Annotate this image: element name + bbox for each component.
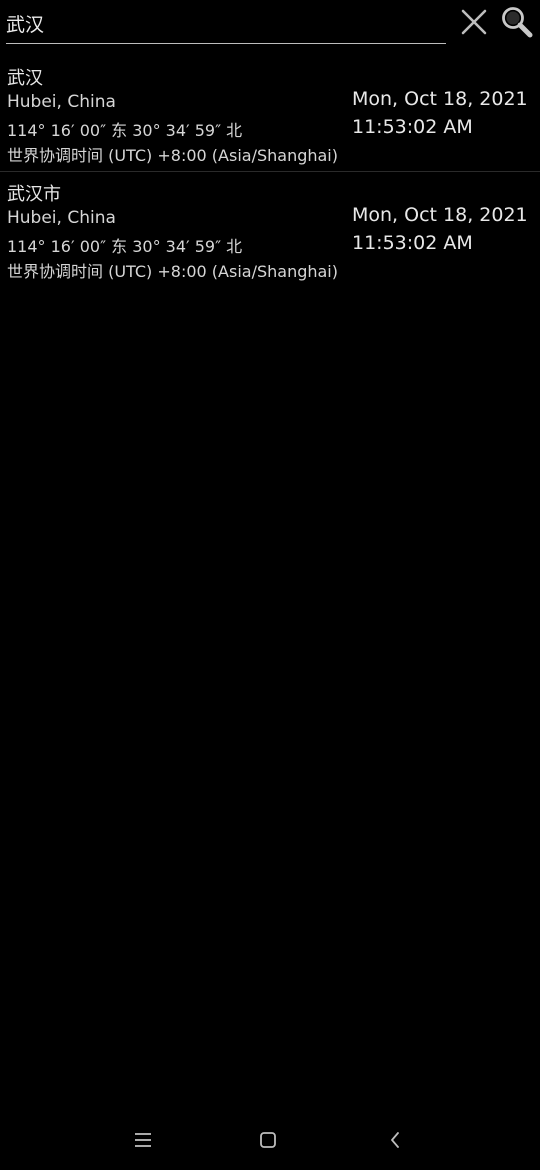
result-timezone: 世界协调时间 (UTC) +8:00 (Asia/Shanghai): [7, 146, 338, 165]
result-time: 11:53:02 AM: [352, 232, 473, 254]
result-name: 武汉: [7, 68, 43, 89]
search-bar: [0, 0, 540, 52]
list-item[interactable]: 武汉 Hubei, China 114° 16′ 00″ 东 30° 34′ 5…: [0, 60, 540, 172]
back-icon: [391, 1132, 399, 1148]
result-region: Hubei, China: [7, 92, 116, 112]
clear-search-button[interactable]: [456, 4, 492, 40]
result-date: Mon, Oct 18, 2021: [352, 204, 528, 226]
result-time: 11:53:02 AM: [352, 116, 473, 138]
result-timezone: 世界协调时间 (UTC) +8:00 (Asia/Shanghai): [7, 262, 338, 281]
result-coordinates: 114° 16′ 00″ 东 30° 34′ 59″ 北: [7, 237, 243, 256]
menu-icon: [135, 1133, 151, 1147]
list-item[interactable]: 武汉市 Hubei, China 114° 16′ 00″ 东 30° 34′ …: [0, 176, 540, 288]
recent-apps-button[interactable]: [127, 1124, 159, 1156]
search-input[interactable]: [6, 8, 446, 44]
home-icon: [260, 1132, 276, 1148]
search-button[interactable]: [499, 4, 535, 40]
result-region: Hubei, China: [7, 208, 116, 228]
system-nav-bar: [0, 1110, 540, 1170]
results-list: 武汉 Hubei, China 114° 16′ 00″ 东 30° 34′ 5…: [0, 60, 540, 288]
home-button[interactable]: [252, 1124, 284, 1156]
close-icon: [461, 9, 487, 35]
result-name: 武汉市: [7, 184, 61, 205]
result-coordinates: 114° 16′ 00″ 东 30° 34′ 59″ 北: [7, 121, 243, 140]
result-date: Mon, Oct 18, 2021: [352, 88, 528, 110]
search-icon: [502, 7, 533, 38]
back-button[interactable]: [379, 1124, 411, 1156]
